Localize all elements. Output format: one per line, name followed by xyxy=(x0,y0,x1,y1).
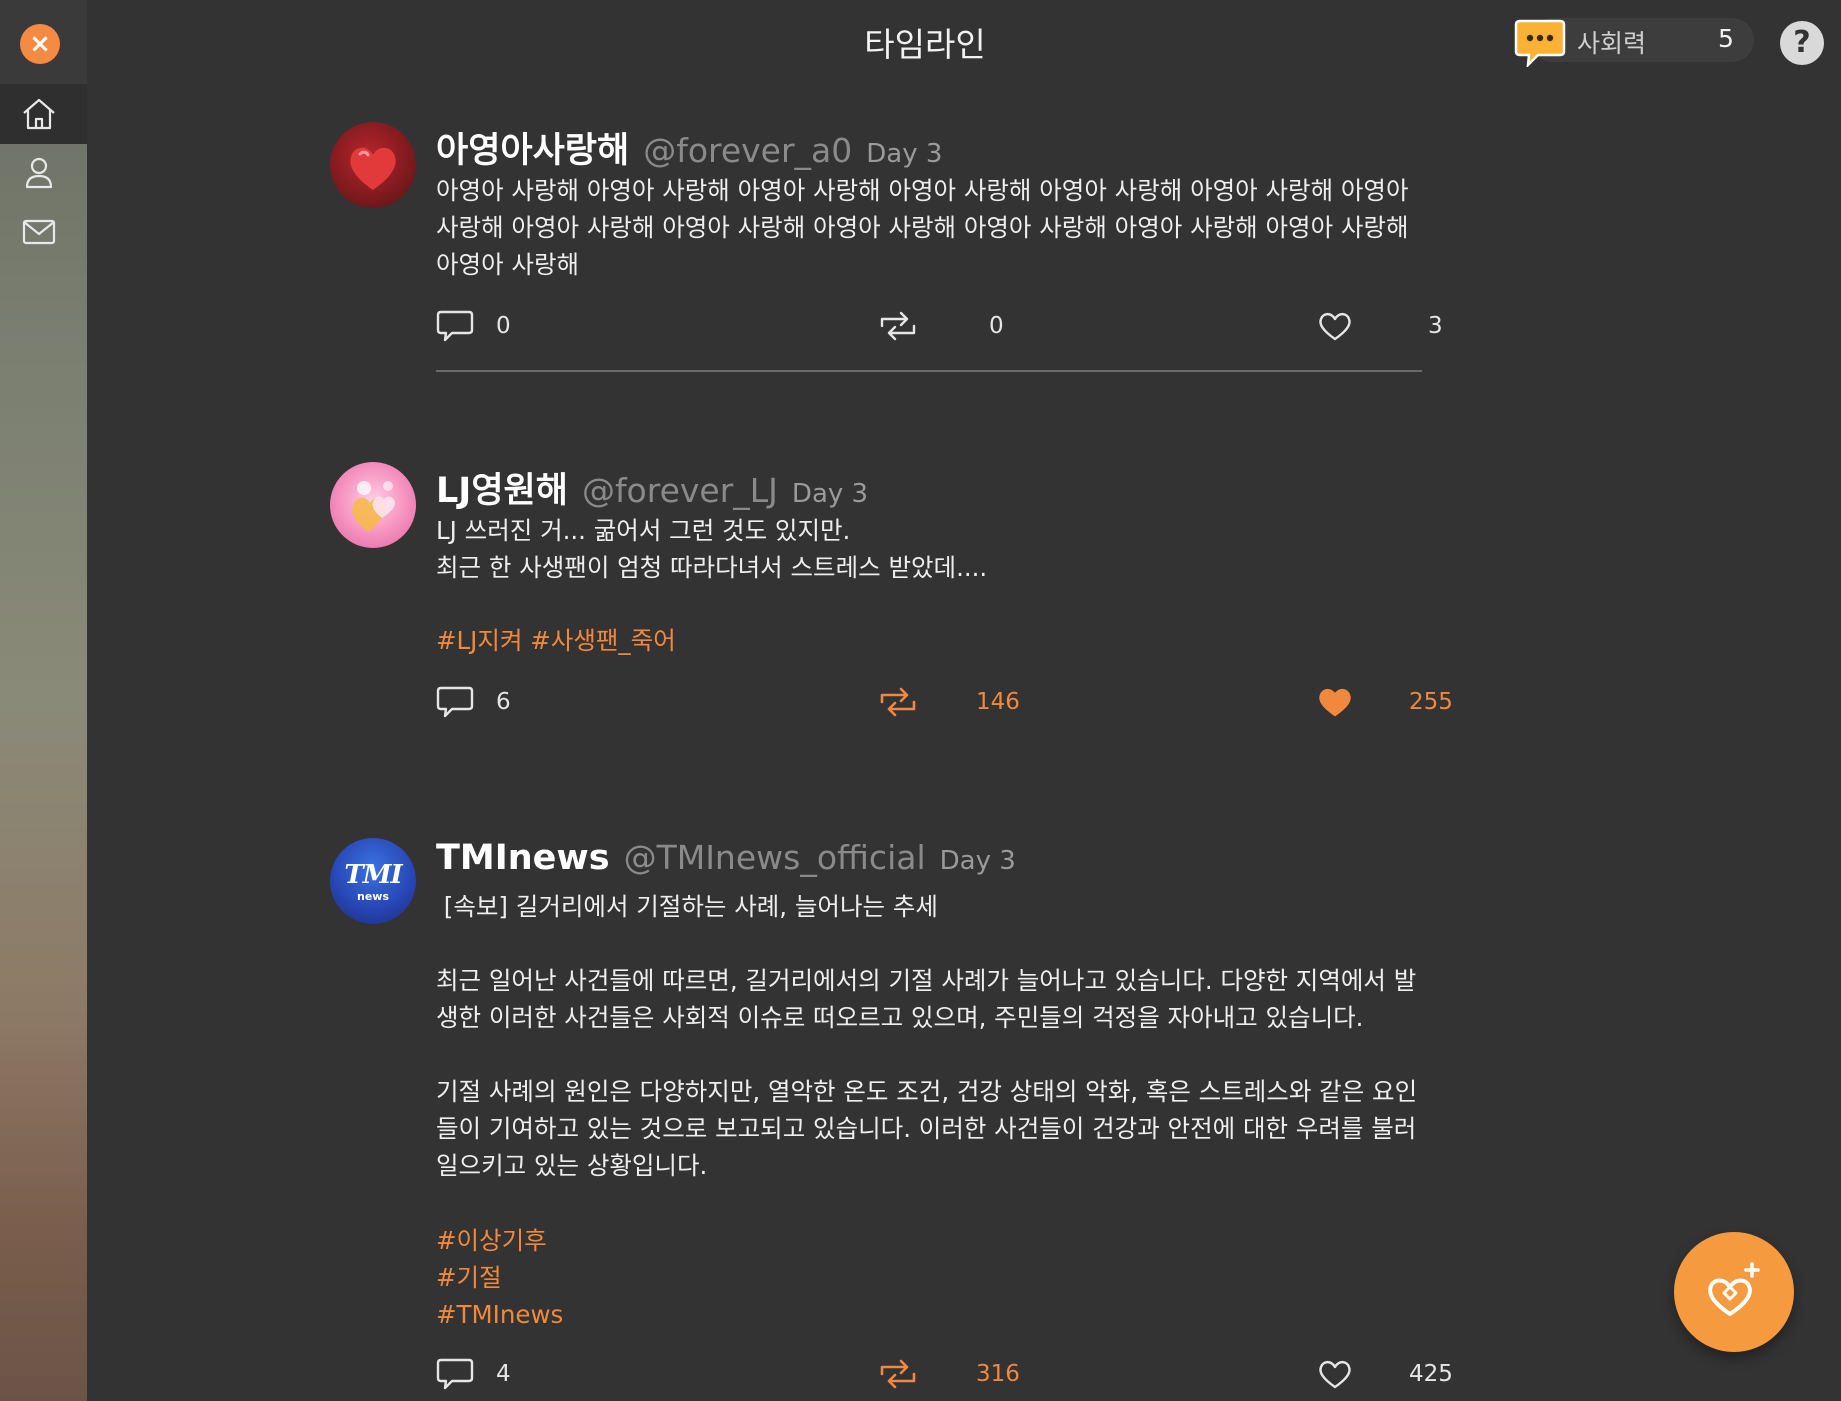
comment-icon xyxy=(436,1358,474,1390)
author-name[interactable]: 아영아사랑해 xyxy=(436,131,629,171)
post-item[interactable]: 아영아사랑해 @forever_a0 Day 3 아영아 사랑해 아영아 사랑해 아… xyxy=(330,122,1450,382)
mail-icon[interactable] xyxy=(20,213,58,251)
comment-count: 6 xyxy=(496,689,511,715)
post-day: Day 3 xyxy=(791,479,869,509)
tmi-logo-sub: news xyxy=(356,890,389,903)
repost-count: 146 xyxy=(976,689,1020,715)
post-day: Day 3 xyxy=(866,139,943,169)
tmi-logo-text: TMI xyxy=(344,860,402,890)
post-body: [속보] 길거리에서 기절하는 사례, 늘어나는 추세 최근 일어난 사건들에 … xyxy=(436,892,1418,1180)
create-post-button[interactable] xyxy=(1674,1232,1794,1352)
post-hashtags[interactable]: #이상기후 #기절 #TMInews xyxy=(436,1222,563,1333)
heart-avatar-icon xyxy=(350,147,396,190)
post-actions: 6 146 255 xyxy=(436,683,1453,723)
close-icon: × xyxy=(29,29,51,59)
like-count: 3 xyxy=(1428,313,1443,339)
close-button[interactable]: × xyxy=(20,24,60,64)
author-name[interactable]: LJ영원해 xyxy=(436,471,568,511)
post-day: Day 3 xyxy=(939,846,1016,876)
author-handle[interactable]: @forever_a0 xyxy=(643,131,852,170)
help-icon: ? xyxy=(1793,25,1811,60)
left-rail: × xyxy=(0,0,87,1401)
heart-sparkle-icon xyxy=(1708,1262,1760,1316)
comment-count: 0 xyxy=(496,313,511,339)
post-body: 아영아 사랑해 아영아 사랑해 아영아 사랑해 아영아 사랑해 아영아 사랑해 … xyxy=(436,176,1417,279)
heart-icon xyxy=(1319,688,1351,717)
post-item[interactable]: LJ영원해 @forever_LJ Day 3 LJ 쓰러진 거... 굶어서 그런… xyxy=(330,462,1453,723)
repost-count: 0 xyxy=(989,313,1004,339)
post-header: 아영아사랑해 @forever_a0 Day 3 xyxy=(436,122,942,173)
repost-icon xyxy=(880,687,916,717)
social-power-count: 5 xyxy=(1718,24,1734,53)
page-title: 타임라인 xyxy=(864,25,986,64)
post-actions: 4 316 425 xyxy=(436,1355,1453,1395)
author-handle[interactable]: @TMInews_official xyxy=(624,838,926,877)
heart-icon xyxy=(1319,1360,1351,1389)
comment-count: 4 xyxy=(496,1361,511,1387)
home-icon[interactable] xyxy=(20,95,58,133)
avatar[interactable] xyxy=(330,462,416,548)
post-item[interactable]: TMI news TMInews @TMInews_official Day 3 [… xyxy=(330,838,1453,1401)
profile-icon[interactable] xyxy=(20,154,58,192)
social-power-label: 사회력 xyxy=(1577,29,1647,58)
avatar[interactable]: TMI news xyxy=(330,838,416,924)
post-body: LJ 쓰러진 거... 굶어서 그런 것도 있지만. 최근 한 사생팬이 엄청 … xyxy=(436,516,988,582)
repost-count: 316 xyxy=(976,1361,1020,1387)
chat-icon[interactable] xyxy=(1514,17,1566,67)
repost-icon xyxy=(880,1359,916,1389)
comment-icon xyxy=(436,310,474,342)
avatar[interactable] xyxy=(330,122,416,208)
post-hashtags[interactable]: #LJ지켜 #사생팬_죽어 xyxy=(436,622,676,659)
like-count: 425 xyxy=(1409,1361,1453,1387)
comment-icon xyxy=(436,686,474,718)
post-header: TMInews @TMInews_official Day 3 xyxy=(436,838,1016,878)
post-header: LJ영원해 @forever_LJ Day 3 xyxy=(436,462,868,513)
post-actions: 0 0 3 xyxy=(436,307,1446,347)
author-name[interactable]: TMInews xyxy=(436,838,610,878)
heart-bubble-avatar-icon xyxy=(352,481,396,532)
like-count: 255 xyxy=(1409,689,1453,715)
heart-icon xyxy=(1319,312,1351,341)
author-handle[interactable]: @forever_LJ xyxy=(582,471,778,510)
repost-icon xyxy=(880,311,916,341)
help-button[interactable]: ? xyxy=(1780,21,1824,65)
post-divider xyxy=(436,370,1422,372)
